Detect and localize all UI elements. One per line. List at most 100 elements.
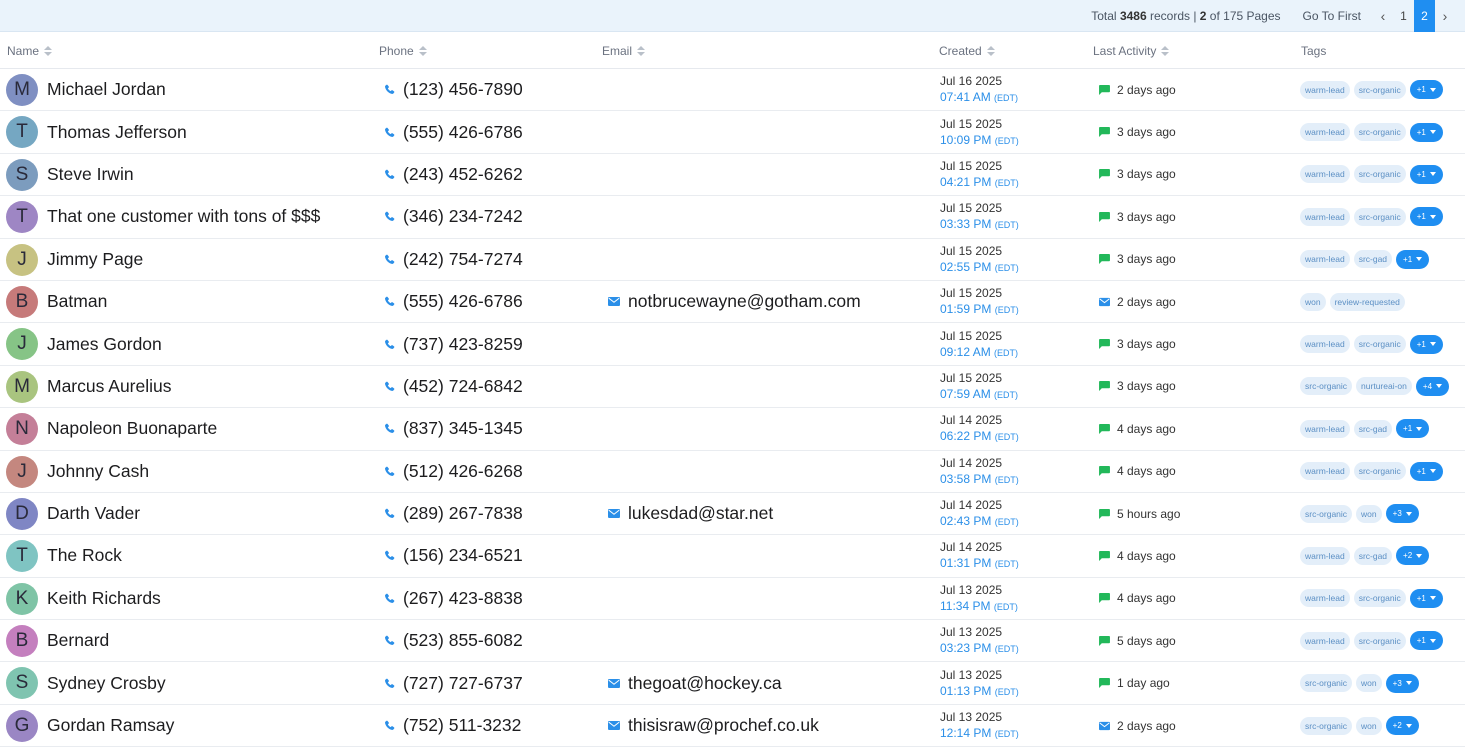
table-row[interactable]: N Napoleon Buonaparte (837) 345-1345 Jul…	[0, 408, 1465, 451]
avatar: M	[6, 370, 38, 403]
last-activity: 4 days ago	[1099, 451, 1176, 492]
more-tags-button[interactable]: +1	[1409, 164, 1443, 184]
contact-name[interactable]: Batman	[47, 281, 107, 322]
table-row[interactable]: T Thomas Jefferson (555) 426-6786 Jul 15…	[0, 111, 1465, 154]
phone-icon	[385, 169, 395, 179]
more-tags-button[interactable]: +1	[1409, 207, 1443, 227]
contact-name[interactable]: Michael Jordan	[47, 69, 166, 110]
contact-phone[interactable]: (289) 267-7838	[384, 493, 523, 534]
contact-phone[interactable]: (242) 754-7274	[384, 239, 523, 280]
more-tags-button[interactable]: +1	[1409, 122, 1443, 142]
table-row[interactable]: G Gordan Ramsay (752) 511-3232 thisisraw…	[0, 705, 1465, 747]
avatar: M	[6, 74, 38, 106]
created-timestamp: Jul 14 2025 03:58 PM (EDT)	[940, 451, 1019, 492]
contact-phone[interactable]: (243) 452-6262	[384, 154, 523, 195]
contact-phone[interactable]: (737) 423-8259	[384, 323, 523, 364]
timezone-label: (EDT)	[994, 93, 1019, 104]
column-phone[interactable]: Phone	[379, 32, 427, 69]
contact-phone[interactable]: (523) 855-6082	[384, 620, 523, 661]
created-time: 01:31 PM (EDT)	[940, 556, 1019, 571]
contact-phone[interactable]: (123) 456-7890	[384, 69, 523, 110]
more-tags-button[interactable]: +1	[1409, 334, 1443, 354]
contact-name[interactable]: Sydney Crosby	[47, 662, 166, 703]
page-1-button[interactable]: 1	[1393, 0, 1414, 32]
timezone-label: (EDT)	[994, 220, 1019, 231]
contact-phone[interactable]: (156) 234-6521	[384, 535, 523, 576]
more-tags-button[interactable]: +1	[1396, 249, 1430, 269]
more-tags-button[interactable]: +1	[1409, 80, 1443, 100]
contact-name[interactable]: Darth Vader	[47, 493, 140, 534]
table-row[interactable]: M Michael Jordan (123) 456-7890 Jul 16 2…	[0, 69, 1465, 112]
contact-phone[interactable]: (555) 426-6786	[384, 111, 523, 152]
go-to-first-button[interactable]: Go To First	[1303, 9, 1361, 23]
table-row[interactable]: J Jimmy Page (242) 754-7274 Jul 15 2025 …	[0, 239, 1465, 281]
table-row[interactable]: J James Gordon (737) 423-8259 Jul 15 202…	[0, 323, 1465, 366]
more-tags-button[interactable]: +2	[1396, 546, 1430, 566]
more-tags-button[interactable]: +1	[1396, 419, 1430, 439]
contact-name[interactable]: Bernard	[47, 620, 109, 661]
more-tags-button[interactable]: +1	[1409, 461, 1443, 481]
table-row[interactable]: B Batman (555) 426-6786 notbrucewayne@go…	[0, 281, 1465, 324]
contact-phone[interactable]: (512) 426-6268	[384, 451, 523, 492]
prev-page-icon[interactable]: ‹	[1373, 0, 1393, 32]
more-tags-button[interactable]: +3	[1385, 673, 1419, 693]
more-tags-button[interactable]: +3	[1385, 504, 1419, 524]
contact-email[interactable]: notbrucewayne@gotham.com	[608, 281, 861, 322]
phone-icon	[385, 339, 395, 349]
contact-name[interactable]: Johnny Cash	[47, 451, 149, 492]
contact-email[interactable]: lukesdad@star.net	[608, 493, 773, 534]
contact-phone[interactable]: (452) 724-6842	[384, 366, 523, 407]
next-page-icon[interactable]: ›	[1435, 0, 1455, 32]
message-icon	[1099, 508, 1110, 519]
last-activity-text: 2 days ago	[1117, 294, 1176, 309]
contact-phone[interactable]: (267) 423-8838	[384, 578, 523, 619]
more-tags-button[interactable]: +1	[1409, 631, 1443, 651]
contact-name[interactable]: Thomas Jefferson	[47, 111, 187, 152]
table-row[interactable]: T The Rock (156) 234-6521 Jul 14 2025 01…	[0, 535, 1465, 578]
contact-name[interactable]: James Gordon	[47, 323, 162, 364]
contact-email[interactable]: thisisraw@prochef.co.uk	[608, 705, 819, 746]
contact-name[interactable]: The Rock	[47, 535, 122, 576]
table-row[interactable]: S Sydney Crosby (727) 727-6737 thegoat@h…	[0, 662, 1465, 705]
contact-name[interactable]: Gordan Ramsay	[47, 705, 174, 746]
table-row[interactable]: T That one customer with tons of $$$ (34…	[0, 196, 1465, 239]
created-time: 02:55 PM (EDT)	[940, 259, 1019, 274]
column-email[interactable]: Email	[602, 32, 646, 69]
contact-phone[interactable]: (727) 727-6737	[384, 662, 523, 703]
column-tags: Tags	[1301, 43, 1327, 58]
table-row[interactable]: J Johnny Cash (512) 426-6268 Jul 14 2025…	[0, 451, 1465, 493]
phone-icon	[385, 254, 395, 264]
column-name[interactable]: Name	[7, 32, 53, 69]
table-row[interactable]: M Marcus Aurelius (452) 724-6842 Jul 15 …	[0, 366, 1465, 409]
phone-icon	[385, 381, 395, 391]
contact-phone[interactable]: (555) 426-6786	[384, 281, 523, 322]
contact-name-text: The Rock	[47, 545, 122, 566]
more-tags-button[interactable]: +4	[1415, 376, 1450, 396]
contact-name[interactable]: That one customer with tons of $$$	[47, 196, 320, 237]
more-tags-button[interactable]: +1	[1409, 588, 1443, 608]
table-row[interactable]: S Steve Irwin (243) 452-6262 Jul 15 2025…	[0, 154, 1465, 197]
tag-chip: src-organic	[1353, 589, 1406, 608]
contact-name[interactable]: Napoleon Buonaparte	[47, 408, 217, 449]
column-last-activity[interactable]: Last Activity	[1093, 32, 1170, 69]
contact-name[interactable]: Keith Richards	[47, 578, 161, 619]
timezone-label: (EDT)	[994, 347, 1019, 358]
contact-phone[interactable]: (346) 234-7242	[384, 196, 523, 237]
contact-phone[interactable]: (752) 511-3232	[384, 705, 521, 746]
last-activity-text: 4 days ago	[1117, 591, 1176, 606]
table-row[interactable]: D Darth Vader (289) 267-7838 lukesdad@st…	[0, 493, 1465, 536]
contact-phone-text: (512) 426-6268	[403, 460, 523, 481]
contact-phone[interactable]: (837) 345-1345	[384, 408, 523, 449]
contact-name[interactable]: Steve Irwin	[47, 154, 134, 195]
contact-name[interactable]: Jimmy Page	[47, 239, 143, 280]
table-row[interactable]: B Bernard (523) 855-6082 Jul 13 2025 03:…	[0, 620, 1465, 663]
more-tags-button[interactable]: +2	[1385, 716, 1419, 736]
table-row[interactable]: K Keith Richards (267) 423-8838 Jul 13 2…	[0, 578, 1465, 621]
contact-name[interactable]: Marcus Aurelius	[47, 366, 172, 407]
created-date: Jul 13 2025	[940, 667, 1003, 682]
caret-down-icon	[1405, 723, 1412, 728]
sort-icon	[44, 45, 53, 56]
column-created[interactable]: Created	[939, 32, 995, 69]
contact-email[interactable]: thegoat@hockey.ca	[608, 662, 782, 703]
page-2-button[interactable]: 2	[1414, 0, 1435, 32]
